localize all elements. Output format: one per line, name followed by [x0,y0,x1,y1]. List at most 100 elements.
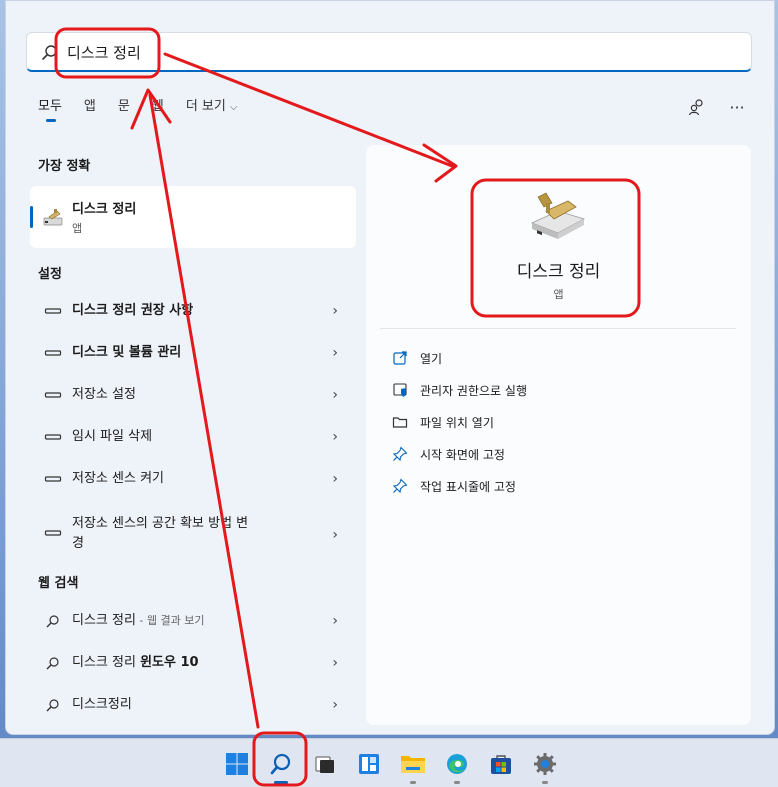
folder-icon [392,417,408,428]
settings-item[interactable]: 저장소 설정 › [30,377,356,413]
widgets-icon [359,754,379,774]
pin-to-taskbar-action[interactable]: 작업 표시줄에 고정 [392,474,516,498]
settings-item[interactable]: 디스크 정리 권장 사항 › [30,293,356,329]
more-icon: ··· [729,97,745,117]
tab-apps[interactable]: 앱 [84,96,96,120]
settings-heading: 설정 [38,267,62,282]
open-file-location-action[interactable]: 파일 위치 열기 [392,410,494,434]
search-icon [46,699,59,712]
account-switch-icon [688,99,703,116]
settings-item-label-line2: 경 [72,536,84,551]
disk-cleanup-icon [530,192,586,239]
search-icon [46,615,59,628]
file-explorer-icon [401,756,425,773]
pin-icon [392,478,408,494]
tab-label: 웹 [151,99,164,114]
open-file-location-label: 파일 위치 열기 [420,415,494,430]
settings-item[interactable]: 디스크 및 볼륨 관리 › [30,335,356,371]
chevron-right-icon: › [332,387,338,403]
settings-item-label: 저장소 설정 [72,387,136,402]
settings-item-label-line1: 저장소 센스의 공간 확보 방법 변 [72,516,249,531]
web-result[interactable]: 디스크 정리 - 웹 결과 보기 › [30,603,356,639]
chevron-right-icon: › [332,697,338,713]
task-view-icon [315,756,334,773]
open-action[interactable]: 열기 [392,346,442,370]
settings-item-icon [44,308,62,314]
account-switch-button[interactable] [686,96,708,118]
web-result-label: 디스크 정리 - 웹 결과 보기 [72,611,312,631]
search-input[interactable] [67,39,707,65]
web-result-query: 디스크 정리 [72,655,141,670]
tab-more[interactable]: 더 보기 ⌵ [186,96,238,120]
settings-item-label: 디스크 정리 권장 사항 [72,303,194,318]
best-match-subtitle: 앱 [72,222,83,235]
tab-label: 더 보기 [185,99,226,114]
chevron-down-icon: ⌵ [229,102,238,113]
start-button[interactable] [222,749,252,779]
web-result-label: 디스크 정리 윈도우 10 [72,653,312,673]
store-icon [491,755,511,774]
active-indicator [274,781,288,784]
open-icon [393,351,407,365]
web-result-query: 디스크 정리 [72,613,136,628]
web-result-suffix: - 웹 결과 보기 [135,614,205,627]
tab-documents[interactable]: 문 [118,96,130,120]
search-icon [270,753,291,775]
chevron-right-icon: › [332,303,338,319]
best-match-card[interactable]: 디스크 정리 앱 [30,186,356,248]
taskbar [0,738,778,787]
tab-label: 앱 [83,99,96,114]
chevron-right-icon: › [332,429,338,445]
settings-item[interactable]: 임시 파일 삭제 › [30,419,356,455]
best-match-heading: 가장 정확 [38,159,91,174]
web-search-heading: 웹 검색 [38,576,79,591]
chevron-right-icon: › [332,345,338,361]
chevron-right-icon: › [332,655,338,671]
filter-tabs: 모두 앱 문 웹 더 보기 ⌵ [38,96,259,126]
settings-button[interactable] [530,749,560,784]
chevron-right-icon: › [332,613,338,629]
settings-item-icon [44,350,62,356]
shield-icon [393,383,407,397]
settings-item-icon [44,530,62,536]
pin-to-start-action[interactable]: 시작 화면에 고정 [392,442,505,466]
more-options-button[interactable]: ··· [726,96,748,118]
disk-cleanup-icon [43,209,63,226]
pin-to-start-label: 시작 화면에 고정 [420,447,505,462]
search-box[interactable] [26,32,752,72]
settings-item-label: 임시 파일 삭제 [72,429,153,444]
settings-item-label: 디스크 및 볼륨 관리 [72,345,182,360]
chevron-right-icon: › [332,527,338,543]
settings-item-icon [44,392,62,398]
settings-item[interactable]: 저장소 센스 켜기 › [30,461,356,497]
selection-indicator [30,206,33,228]
detail-subtitle: 앱 [553,288,564,301]
file-explorer-button[interactable] [398,749,428,784]
tab-web[interactable]: 웹 [152,96,164,120]
run-as-admin-action[interactable]: 관리자 권한으로 실행 [392,378,527,402]
divider [380,328,736,329]
search-icon [46,657,59,670]
best-match-title: 디스크 정리 [72,202,137,217]
store-button[interactable] [486,749,516,779]
running-indicator [542,781,548,784]
web-result-label: 디스크정리 [72,697,132,712]
task-view-button[interactable] [310,749,340,779]
settings-item[interactable]: 저장소 센스의 공간 확보 방법 변 경 › [30,512,356,558]
edge-button[interactable] [442,749,472,784]
settings-item-icon [44,434,62,440]
start-icon [226,753,248,775]
settings-item-label: 저장소 센스의 공간 확보 방법 변 경 [72,514,312,554]
tab-all[interactable]: 모두 [38,96,62,122]
settings-item-label: 저장소 센스 켜기 [72,471,164,486]
open-label: 열기 [420,351,443,366]
detail-pane: 디스크 정리 앱 열기 관리자 권한으로 실행 파일 위치 열기 시작 화면에 … [366,145,751,725]
tab-label: 문 [117,99,130,114]
web-result[interactable]: 디스크정리 › [30,687,356,723]
running-indicator [410,781,416,784]
web-result[interactable]: 디스크 정리 윈도우 10 › [30,645,356,681]
taskbar-search-button[interactable] [266,749,296,784]
pin-to-taskbar-label: 작업 표시줄에 고정 [420,479,516,494]
edge-icon [447,754,467,774]
widgets-button[interactable] [354,749,384,779]
